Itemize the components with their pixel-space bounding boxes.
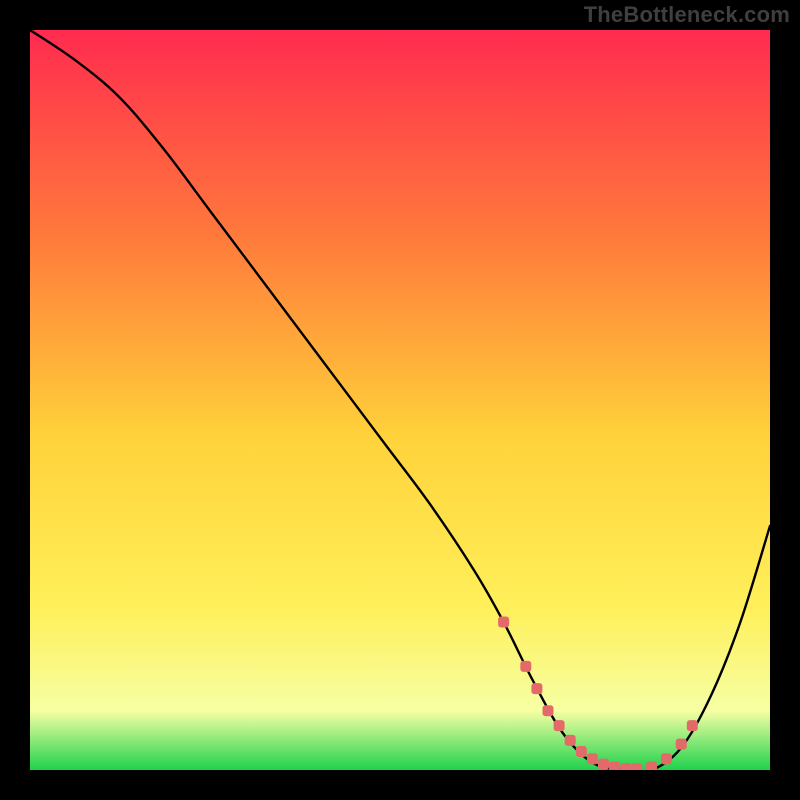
marker-point (646, 762, 657, 770)
marker-point (554, 720, 565, 731)
marker-point (498, 617, 509, 628)
marker-point (631, 763, 642, 770)
marker-point (609, 762, 620, 770)
watermark-text: TheBottleneck.com (584, 2, 790, 28)
marker-point (565, 735, 576, 746)
marker-point (598, 759, 609, 770)
marker-point (661, 753, 672, 764)
marker-point (543, 705, 554, 716)
marker-point (620, 763, 631, 770)
chart-svg (30, 30, 770, 770)
marker-point (520, 661, 531, 672)
marker-point (531, 683, 542, 694)
marker-point (587, 753, 598, 764)
marker-point (687, 720, 698, 731)
marker-point (676, 739, 687, 750)
marker-point (576, 746, 587, 757)
chart-frame: TheBottleneck.com (0, 0, 800, 800)
gradient-background (30, 30, 770, 770)
plot-area (30, 30, 770, 770)
